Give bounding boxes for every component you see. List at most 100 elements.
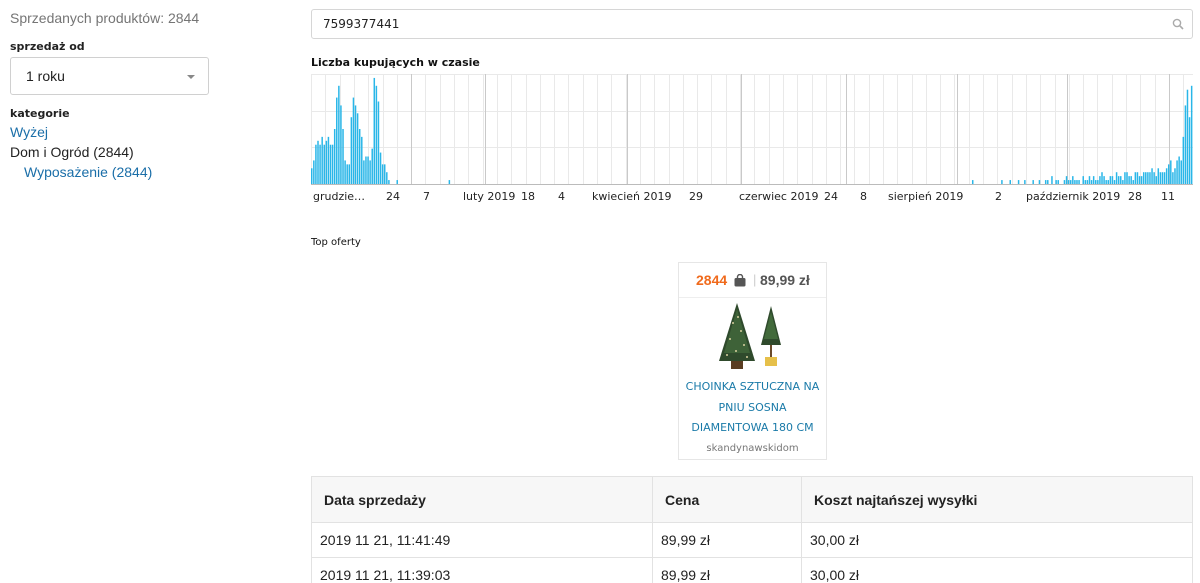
- offer-header: 2844 | 89,99 zł: [679, 263, 826, 298]
- chart-bar: [1186, 89, 1189, 184]
- chart-bar: [1065, 176, 1068, 184]
- chart-bar: [1105, 180, 1107, 184]
- chart-bar: [386, 172, 388, 184]
- chart-bar: [1101, 172, 1103, 184]
- chart-bar: [329, 144, 332, 184]
- chart-bar: [1095, 180, 1097, 184]
- chart-bar: [1180, 160, 1182, 184]
- chart-bar: [325, 140, 328, 184]
- chart-bar: [327, 136, 330, 184]
- offer-price: 89,99 zł: [760, 272, 810, 288]
- chart-x-ticks: grudzie… 24 7 luty 2019 18 4 kwiecień 2019 29 cz…: [313, 190, 1175, 203]
- shopping-bag-icon: [734, 274, 746, 287]
- sold-products-count: Sprzedanych produktów: 2844: [10, 10, 200, 26]
- chart-bar: [1047, 180, 1049, 184]
- chart-bar: [1113, 180, 1116, 184]
- chart-bar: [319, 144, 321, 184]
- cell-sale-date: 2019 11 21, 11:39:03: [311, 557, 653, 583]
- sales-table: Data sprzedaży Cena Koszt najtańszej wys…: [311, 476, 1193, 583]
- chart-bar: [1099, 176, 1101, 184]
- x-tick-label: 4: [558, 190, 565, 203]
- chart-bar: [1111, 176, 1114, 184]
- x-tick-label: grudzie…: [313, 190, 365, 203]
- chart-bar: [1117, 176, 1120, 184]
- chart-bar: [344, 160, 346, 184]
- chart-bar: [1149, 172, 1151, 184]
- chart-bar: [379, 152, 382, 184]
- chart-bar: [363, 160, 365, 184]
- x-tick-label: czerwiec 2019: [739, 190, 818, 203]
- chart-bar: [448, 180, 451, 184]
- search-input[interactable]: 7599377441: [311, 9, 1193, 39]
- chart-bar: [1001, 180, 1003, 184]
- chart-bar: [313, 160, 315, 184]
- x-tick-label: 28: [1128, 190, 1142, 203]
- x-tick-label: 24: [824, 190, 838, 203]
- x-tick-label: październik 2019: [1026, 190, 1120, 203]
- cell-shipping: 30,00 zł: [801, 557, 1193, 583]
- chart-bar: [1069, 180, 1072, 184]
- chart-bar: [1038, 180, 1041, 184]
- chart-bar: [1151, 168, 1153, 184]
- search-icon[interactable]: [1172, 18, 1184, 30]
- chart-bar: [1124, 172, 1126, 184]
- chart-bar: [1159, 172, 1162, 184]
- chart-bar: [1024, 180, 1026, 184]
- table-header-row: Data sprzedaży Cena Koszt najtańszej wys…: [311, 476, 1193, 523]
- chart-bar: [1140, 176, 1143, 184]
- cell-price: 89,99 zł: [652, 522, 802, 558]
- chart-bar: [311, 168, 313, 184]
- header-sale-date[interactable]: Data sprzedaży: [311, 476, 653, 523]
- header-price[interactable]: Cena: [652, 476, 802, 523]
- chart-bar: [1057, 180, 1059, 184]
- chart-bar: [1076, 180, 1078, 184]
- header-shipping-cost[interactable]: Koszt najtańszej wysyłki: [801, 476, 1193, 523]
- chart-bar: [1009, 180, 1011, 184]
- chart-bar: [377, 101, 380, 184]
- category-sub-link[interactable]: Wyposażenie (2844): [24, 164, 152, 180]
- chart-bar: [1138, 176, 1141, 184]
- sale-period-select[interactable]: 1 roku: [10, 57, 209, 95]
- chart-bar: [1122, 180, 1124, 184]
- x-tick-label: 8: [860, 190, 867, 203]
- chart-bar: [352, 97, 355, 184]
- chart-bar: [361, 136, 363, 184]
- chart-bar: [1182, 136, 1185, 184]
- chart-grid: [311, 74, 1193, 185]
- chart-bar: [1072, 176, 1074, 184]
- category-up-link[interactable]: Wyżej: [10, 124, 48, 140]
- chart-bar: [1109, 176, 1112, 184]
- chevron-down-icon: [187, 75, 195, 79]
- christmas-tree-image[interactable]: [717, 303, 789, 371]
- buyers-over-time-chart: grudzie… 24 7 luty 2019 18 4 kwiecień 2019 29 cz…: [311, 74, 1193, 203]
- chart-bar: [388, 180, 390, 184]
- table-row: 2019 11 21, 11:41:49 89,99 zł 30,00 zł: [311, 522, 1193, 558]
- chart-bar: [342, 129, 344, 184]
- x-tick-label: luty 2019: [463, 190, 515, 203]
- chart-bar: [373, 77, 376, 184]
- chart-bar: [1103, 176, 1105, 184]
- chart-bar: [1176, 160, 1178, 184]
- offer-title-link[interactable]: CHOINKA SZTUCZNA NA PNIU SOSNA DIAMENTOW…: [683, 377, 822, 439]
- chart-bar: [1017, 180, 1020, 184]
- chart-bar: [315, 144, 317, 184]
- chart-bar: [1120, 176, 1122, 184]
- offer-separator: |: [753, 272, 757, 287]
- chart-bar: [365, 156, 367, 184]
- chart-bar: [1115, 172, 1118, 184]
- chart-bar: [1172, 172, 1174, 184]
- chart-bar: [1142, 172, 1145, 184]
- chart-bar: [381, 164, 384, 184]
- offer-card[interactable]: 2844 | 89,99 zł CHOINKA SZTUCZNA NA PNIU…: [678, 262, 827, 460]
- chart-bar: [1153, 172, 1155, 184]
- chart-bar: [1074, 180, 1076, 184]
- sale-from-label: sprzedaż od: [10, 40, 85, 53]
- chart-bar: [971, 180, 974, 184]
- category-current: Dom i Ogród (2844): [10, 144, 134, 160]
- chart-bar: [1128, 176, 1130, 184]
- x-tick-label: kwiecień 2019: [592, 190, 672, 203]
- cell-sale-date: 2019 11 21, 11:41:49: [311, 522, 653, 558]
- chart-bar: [1097, 180, 1099, 184]
- chart-bar: [358, 129, 361, 184]
- chart-bars: [311, 77, 1193, 185]
